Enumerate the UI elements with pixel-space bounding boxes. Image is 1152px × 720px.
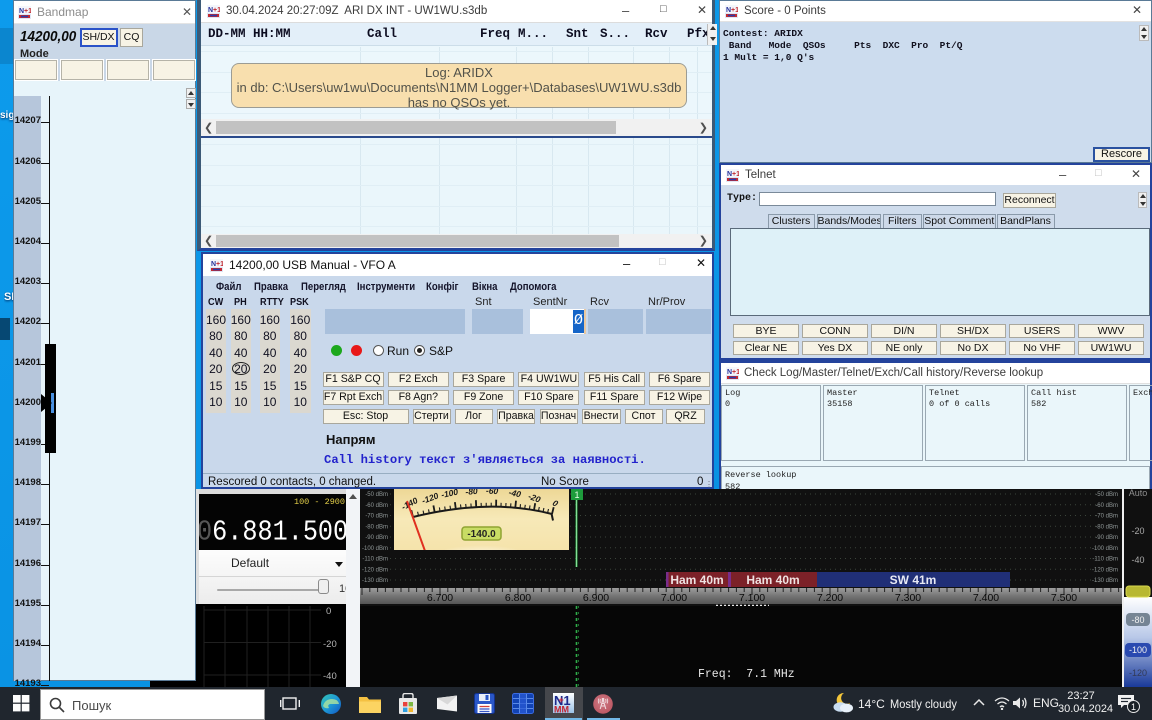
svg-text:-100: -100 [1129,645,1147,655]
svg-text:-140.0: -140.0 [467,529,496,540]
svg-text:-20: -20 [1131,526,1144,536]
svg-text:-70 dBm: -70 dBm [1095,514,1118,520]
svg-text:-80: -80 [465,489,478,497]
svg-text:+1: +1 [24,8,31,15]
svg-text:7.400: 7.400 [973,592,999,604]
svg-text:-20: -20 [323,639,337,650]
svg-text:-130 dBm: -130 dBm [1092,578,1118,584]
svg-text:-90 dBm: -90 dBm [365,535,388,541]
svg-text:+1: +1 [731,7,738,14]
svg-text:-50 dBm: -50 dBm [365,492,388,498]
svg-text:+1: +1 [732,171,739,178]
svg-text:7.300: 7.300 [895,592,921,604]
svg-text:-80 dBm: -80 dBm [365,524,388,530]
svg-text:7.000: 7.000 [661,592,687,604]
svg-text:-110 dBm: -110 dBm [1092,557,1118,563]
svg-text:6.800: 6.800 [505,592,531,604]
svg-text:-60: -60 [486,489,499,496]
svg-text:7.100: 7.100 [739,592,765,604]
svg-text:Ham 40m: Ham 40m [670,573,723,587]
svg-text:-100 dBm: -100 dBm [1092,546,1118,552]
svg-text:1: 1 [574,490,579,500]
svg-text:Auto: Auto [1129,489,1148,498]
svg-text:MM: MM [554,705,569,714]
svg-text:6.900: 6.900 [583,592,609,604]
svg-text:-110 dBm: -110 dBm [362,557,388,563]
svg-text:-120 dBm: -120 dBm [362,567,388,573]
svg-text:-60 dBm: -60 dBm [365,503,388,509]
svg-text:-130 dBm: -130 dBm [362,578,388,584]
svg-text:Freq: 7.1 MHz: Freq: 7.1 MHz [698,668,795,681]
svg-text:7.500: 7.500 [1051,592,1077,604]
svg-text:+1: +1 [213,7,220,14]
svg-text:-120: -120 [1129,668,1147,678]
svg-text:6.700: 6.700 [427,592,453,604]
svg-text:0: 0 [326,606,331,617]
svg-text:-70 dBm: -70 dBm [365,514,388,520]
svg-text:+1: +1 [216,261,223,268]
svg-text:-90 dBm: -90 dBm [1095,535,1118,541]
svg-text:-80: -80 [1131,615,1144,625]
svg-text:7.200: 7.200 [817,592,843,604]
svg-text:+1: +1 [732,369,739,376]
svg-text:-50 dBm: -50 dBm [1095,492,1118,498]
svg-text:Ham 40m: Ham 40m [746,573,799,587]
svg-text:-100 dBm: -100 dBm [362,546,388,552]
svg-text:-120 dBm: -120 dBm [1092,567,1118,573]
svg-text:-40: -40 [323,671,337,682]
svg-text:-60 dBm: -60 dBm [1095,503,1118,509]
svg-text:-40: -40 [1131,555,1144,565]
svg-text:+: + [559,695,564,705]
svg-text:-80 dBm: -80 dBm [1095,524,1118,530]
svg-text:SW 41m: SW 41m [890,573,937,587]
